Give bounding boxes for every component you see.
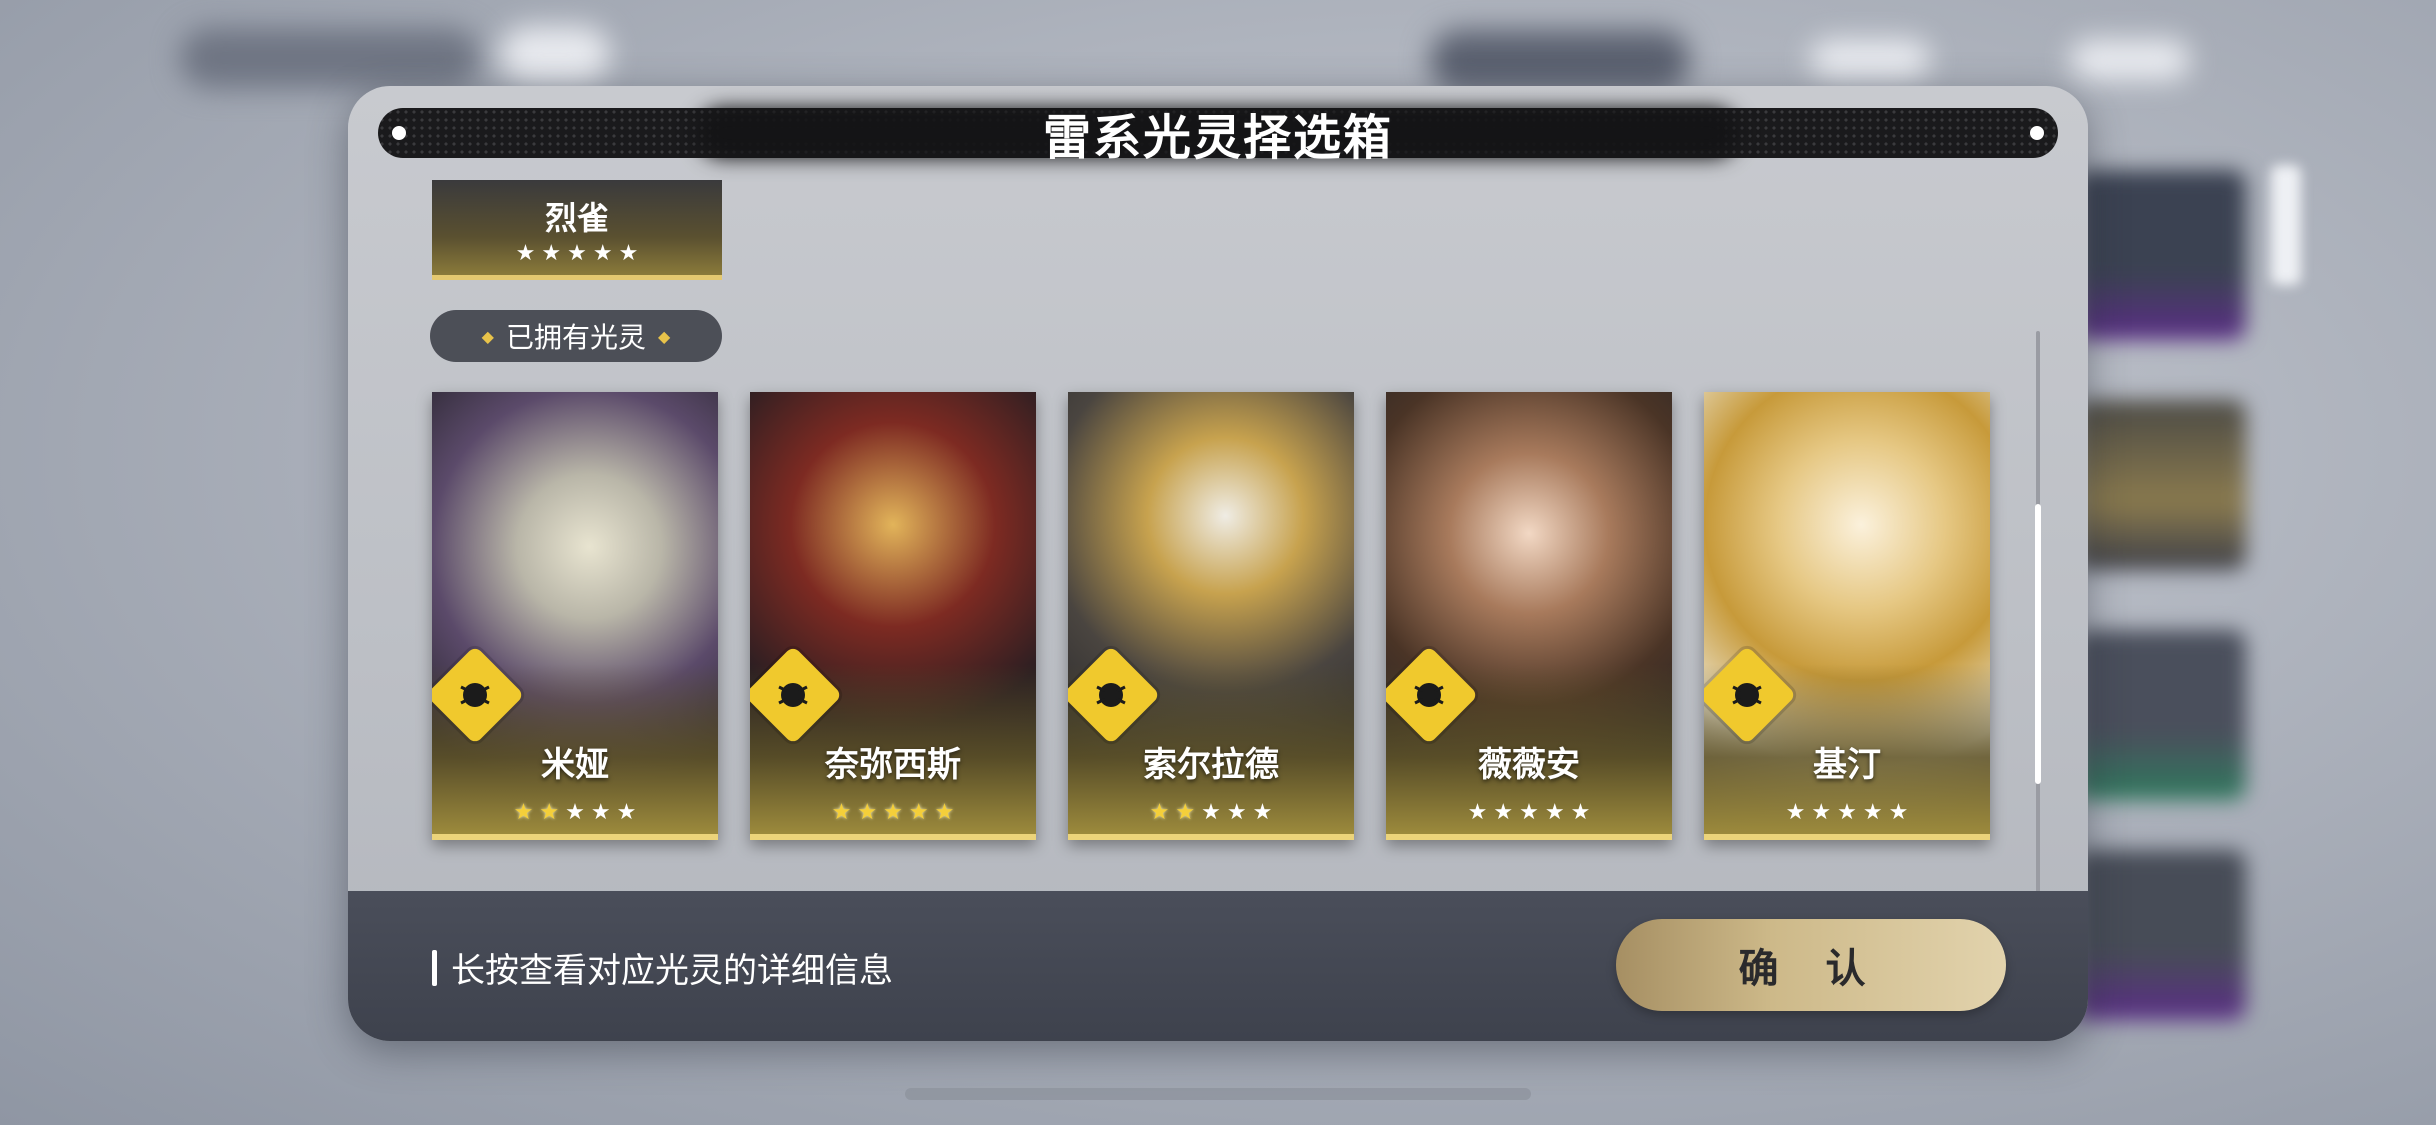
thunder-element-icon bbox=[758, 660, 828, 730]
background-card bbox=[2076, 400, 2246, 570]
empty-star-icon: ★ bbox=[616, 800, 637, 825]
background-pill bbox=[500, 26, 610, 84]
empty-star-icon: ★ bbox=[1862, 800, 1883, 825]
background-card bbox=[2076, 630, 2246, 800]
empty-star-icon: ★ bbox=[1888, 800, 1909, 825]
background-card bbox=[2076, 850, 2246, 1020]
empty-star-icon: ★ bbox=[1493, 800, 1514, 825]
spirit-card-name: 奈弥西斯 bbox=[825, 745, 961, 785]
empty-star-icon: ★ bbox=[1811, 800, 1832, 825]
filled-star-icon: ★ bbox=[857, 800, 878, 825]
spirit-card-list: 米娅 ★ ★ ★ ★ ★ 奈弥西斯 ★ ★ ★ ★ ★ 索尔拉德 ★ ★ ★ ★… bbox=[432, 392, 1990, 840]
thunder-element-icon bbox=[1712, 660, 1782, 730]
filled-star-icon: ★ bbox=[908, 800, 929, 825]
background-pill bbox=[1810, 40, 1930, 80]
thunder-element-icon bbox=[1076, 660, 1146, 730]
spirit-card-name: 米娅 bbox=[541, 745, 609, 785]
empty-star-icon: ★ bbox=[1570, 800, 1591, 825]
spirit-card-name: 基汀 bbox=[1813, 745, 1881, 785]
filled-star-icon: ★ bbox=[831, 800, 852, 825]
rarity-stars: ★ ★ ★ ★ ★ bbox=[432, 802, 718, 824]
scrollbar-thumb[interactable] bbox=[2035, 504, 2041, 784]
empty-star-icon: ★ bbox=[567, 241, 587, 266]
diamond-icon: ◆ bbox=[658, 326, 671, 346]
spirit-card-name: 薇薇安 bbox=[1478, 745, 1580, 785]
long-press-hint: 长按查看对应光灵的详细信息 bbox=[432, 943, 893, 992]
diamond-icon: ◆ bbox=[481, 326, 494, 346]
title-dot-right bbox=[2030, 126, 2044, 140]
empty-star-icon: ★ bbox=[1837, 800, 1857, 825]
empty-star-icon: ★ bbox=[592, 241, 613, 266]
filled-star-icon: ★ bbox=[934, 800, 955, 825]
owned-section-label: ◆ 已拥有光灵 ◆ bbox=[430, 310, 722, 362]
spirit-card-name: 索尔拉德 bbox=[1143, 745, 1279, 785]
thunder-element-icon bbox=[440, 660, 510, 730]
rarity-stars: ★ ★ ★ ★ ★ bbox=[750, 802, 1036, 824]
owned-section-text: 已拥有光灵 bbox=[505, 321, 646, 354]
empty-star-icon: ★ bbox=[1201, 800, 1221, 825]
spirit-card-name: 烈雀 bbox=[544, 199, 609, 237]
background-pill bbox=[1430, 30, 1690, 92]
confirm-button[interactable]: 确 认 bbox=[1616, 919, 2006, 1011]
spirit-card[interactable]: 薇薇安 ★ ★ ★ ★ ★ bbox=[1386, 392, 1672, 840]
filled-star-icon: ★ bbox=[539, 800, 560, 825]
empty-star-icon: ★ bbox=[1785, 800, 1806, 825]
hint-text: 长按查看对应光灵的详细信息 bbox=[451, 951, 893, 991]
title-dot-left bbox=[392, 126, 406, 140]
card-scroll-area[interactable]: 烈雀 ★ ★ ★ ★ ★ ◆ 已拥有光灵 ◆ 米娅 ★ ★ ★ ★ ★ 奈弥西斯… bbox=[348, 180, 2088, 976]
background-card bbox=[2076, 170, 2246, 340]
empty-star-icon: ★ bbox=[1467, 800, 1488, 825]
spirit-card[interactable]: 米娅 ★ ★ ★ ★ ★ bbox=[432, 392, 718, 840]
rarity-stars: ★ ★ ★ ★ ★ bbox=[1704, 802, 1990, 824]
empty-star-icon: ★ bbox=[1544, 800, 1565, 825]
background-pill bbox=[2070, 40, 2190, 80]
filled-star-icon: ★ bbox=[883, 800, 903, 825]
dialog-title: 雷系光灵择选箱 bbox=[1042, 110, 1393, 166]
background-pill bbox=[180, 28, 480, 88]
filled-star-icon: ★ bbox=[1175, 800, 1196, 825]
filled-star-icon: ★ bbox=[513, 800, 534, 825]
empty-star-icon: ★ bbox=[541, 241, 562, 266]
rarity-stars: ★ ★ ★ ★ ★ bbox=[1386, 802, 1672, 824]
filled-star-icon: ★ bbox=[1149, 800, 1170, 825]
background-bar bbox=[2271, 165, 2301, 285]
spirit-card[interactable]: 奈弥西斯 ★ ★ ★ ★ ★ bbox=[750, 392, 1036, 840]
selection-dialog: 雷系光灵择选箱 烈雀 ★ ★ ★ ★ ★ ◆ 已拥有光灵 ◆ 米娅 ★ ★ ★ ★ ★ bbox=[348, 86, 2088, 1041]
home-indicator[interactable] bbox=[905, 1088, 1531, 1100]
thunder-element-icon bbox=[1394, 660, 1464, 730]
empty-star-icon: ★ bbox=[590, 800, 611, 825]
spirit-card-partial[interactable]: 烈雀 ★ ★ ★ ★ ★ bbox=[432, 180, 722, 280]
dialog-footer: 长按查看对应光灵的详细信息 确 认 bbox=[348, 891, 2088, 1041]
rarity-stars: ★ ★ ★ ★ ★ bbox=[516, 243, 639, 265]
title-bar: 雷系光灵择选箱 bbox=[378, 108, 2058, 166]
empty-star-icon: ★ bbox=[565, 800, 585, 825]
empty-star-icon: ★ bbox=[1519, 800, 1539, 825]
spirit-card[interactable]: 基汀 ★ ★ ★ ★ ★ bbox=[1704, 392, 1990, 840]
empty-star-icon: ★ bbox=[618, 241, 639, 266]
rarity-stars: ★ ★ ★ ★ ★ bbox=[1068, 802, 1354, 824]
empty-star-icon: ★ bbox=[1226, 800, 1247, 825]
spirit-card[interactable]: 索尔拉德 ★ ★ ★ ★ ★ bbox=[1068, 392, 1354, 840]
empty-star-icon: ★ bbox=[515, 241, 536, 266]
empty-star-icon: ★ bbox=[1252, 800, 1273, 825]
hint-marker bbox=[432, 949, 437, 986]
